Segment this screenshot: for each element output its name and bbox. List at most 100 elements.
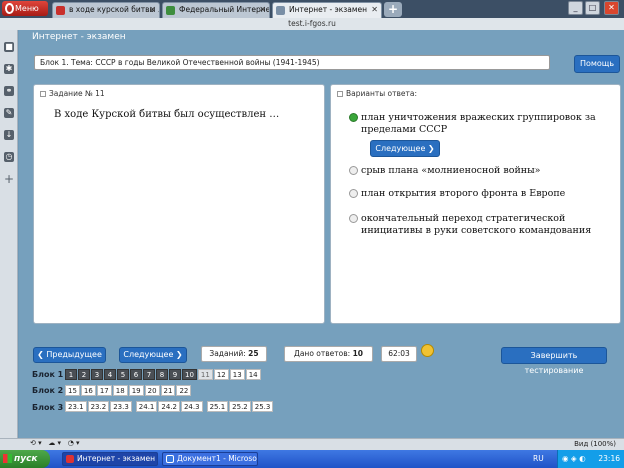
question-cell[interactable]: 3 [91,369,103,380]
system-tray: ◉ ◈ ◐ 23:16 [557,450,624,468]
widgets-icon[interactable]: ✱ [4,64,14,74]
answer-option[interactable]: план открытия второго фронта в Европе [349,188,611,200]
question-cell[interactable]: 2 [78,369,90,380]
answer-option-text: срыв плана «молниеносной войны» [361,165,541,176]
next-inline-label: Следующее [375,144,426,153]
next-button[interactable]: Следующее ❯ [119,347,187,363]
block-label: Блок 3 [32,403,64,412]
question-cell[interactable]: 21 [160,385,176,396]
previous-button[interactable]: ❮ Предыдущее [33,347,106,363]
url-text: test.i-fgos.ru [288,19,336,28]
question-cell[interactable]: 18 [112,385,128,396]
windows-logo-icon [3,454,12,463]
question-cell[interactable]: 20 [144,385,160,396]
status-tools-icon[interactable]: ⟲ ▾ ☁ ▾ ◔ ▾ [30,439,80,447]
question-cell[interactable]: 16 [80,385,96,396]
question-cell[interactable]: 9 [169,369,181,380]
question-cell[interactable]: 23.1 [65,401,87,412]
taskbar-item[interactable]: Интернет - экзамен ... [62,452,158,466]
answer-option[interactable]: план уничтожения вражеских группировок з… [349,112,611,136]
block-2-cells: 15 16 17 18 19 20 21 22 [65,385,192,396]
finish-test-button[interactable]: Завершить тестирование [501,347,607,375]
question-cell[interactable]: 5 [117,369,129,380]
radio-icon[interactable] [349,166,358,175]
maximize-window-button[interactable]: □ [585,1,600,15]
address-bar[interactable]: test.i-fgos.ru [0,18,624,30]
downloads-icon[interactable]: ↓ [4,130,14,140]
browser-tab[interactable]: Федеральный Интерне... ✕ [162,2,270,18]
browser-tab-active[interactable]: Интернет - экзамен ✕ [272,2,382,18]
browser-tab-title: Интернет - экзамен [289,5,368,14]
alarm-clock-icon [421,344,434,357]
answer-option-text: план уничтожения вражеских группировок з… [361,112,596,135]
radio-selected-icon[interactable] [349,113,358,122]
taskbar-item[interactable]: Документ1 - Microso... [162,452,258,466]
question-cell[interactable]: 24.1 [135,401,158,412]
answered-label: Дано ответов: [293,349,351,358]
zoom-level[interactable]: Вид (100%) [574,440,616,448]
question-cell[interactable]: 22 [176,385,192,396]
start-button[interactable]: пуск [0,450,50,468]
block-1-cells: 1 2 3 4 5 6 7 8 9 10 11 12 13 14 [65,369,262,380]
tasks-label: Заданий: [209,349,246,358]
question-cell[interactable]: 24.3 [180,401,203,412]
question-cell[interactable]: 4 [104,369,116,380]
question-cell[interactable]: 15 [65,385,80,396]
opera-logo-icon [5,3,14,14]
question-cell[interactable]: 25.2 [229,401,251,412]
opera-menu-button[interactable]: Меню [2,1,48,16]
question-header: Задание № 11 [40,89,105,98]
question-cell[interactable]: 17 [96,385,112,396]
browser-side-panel: ■ ✱ ⚭ ✎ ↓ ◷ + [0,30,18,438]
tasks-count: 25 [248,349,259,358]
timer: 62:03 [381,346,417,362]
next-question-inline-button[interactable]: Следующее ❯ [370,140,440,157]
close-icon[interactable]: ✕ [371,3,378,17]
question-cell[interactable]: 6 [130,369,142,380]
page-title: Интернет - экзамен [32,32,126,42]
question-cell[interactable]: 23.3 [110,401,132,412]
close-window-button[interactable]: ✕ [604,1,619,15]
answered-count-box: Дано ответов: 10 [284,346,373,362]
language-indicator[interactable]: RU [533,450,544,468]
question-cell[interactable]: 14 [245,369,261,380]
answers-header-label: Варианты ответа: [346,89,418,98]
question-cell-current[interactable]: 11 [197,369,213,380]
close-icon[interactable]: ✕ [149,3,156,17]
taskbar-item-label: Документ1 - Microso... [177,454,258,463]
checkbox-square-icon [337,91,343,97]
question-cell[interactable]: 24.2 [158,401,180,412]
answer-option[interactable]: окончательный переход стратегической ини… [349,213,611,237]
taskbar-item-label: Интернет - экзамен ... [77,454,158,463]
minimize-window-button[interactable]: _ [568,1,583,15]
history-icon[interactable]: ◷ [4,152,14,162]
new-tab-button[interactable]: + [384,2,402,17]
tray-icons[interactable]: ◉ ◈ ◐ [558,454,586,463]
question-cell[interactable]: 8 [156,369,168,380]
os-taskbar: пуск Интернет - экзамен ... Документ1 - … [0,450,624,468]
block-label: Блок 2 [32,386,64,395]
answer-option-text: план открытия второго фронта в Европе [361,188,566,199]
close-icon[interactable]: ✕ [259,3,266,17]
question-cell[interactable]: 25.1 [206,401,229,412]
add-panel-icon[interactable]: + [4,173,14,185]
help-button[interactable]: Помощь [574,55,620,73]
bookmarks-icon[interactable]: ■ [4,42,14,52]
chevron-left-icon: ❮ [37,350,44,359]
question-cell[interactable]: 19 [128,385,144,396]
notes-icon[interactable]: ✎ [4,108,14,118]
browser-tab[interactable]: в ходе курской битвы ... ✕ [52,2,160,18]
question-cell[interactable]: 12 [213,369,229,380]
chevron-right-icon: ❯ [175,350,183,359]
question-cell[interactable]: 10 [182,369,197,380]
chevron-right-icon: ❯ [427,144,435,153]
question-cell[interactable]: 25.3 [251,401,274,412]
radio-icon[interactable] [349,189,358,198]
question-cell[interactable]: 13 [229,369,245,380]
answer-option[interactable]: срыв плана «молниеносной войны» [349,165,611,177]
question-cell[interactable]: 1 [65,369,77,380]
radio-icon[interactable] [349,214,358,223]
question-cell[interactable]: 23.2 [87,401,110,412]
unite-icon[interactable]: ⚭ [4,86,14,96]
question-cell[interactable]: 7 [143,369,155,380]
